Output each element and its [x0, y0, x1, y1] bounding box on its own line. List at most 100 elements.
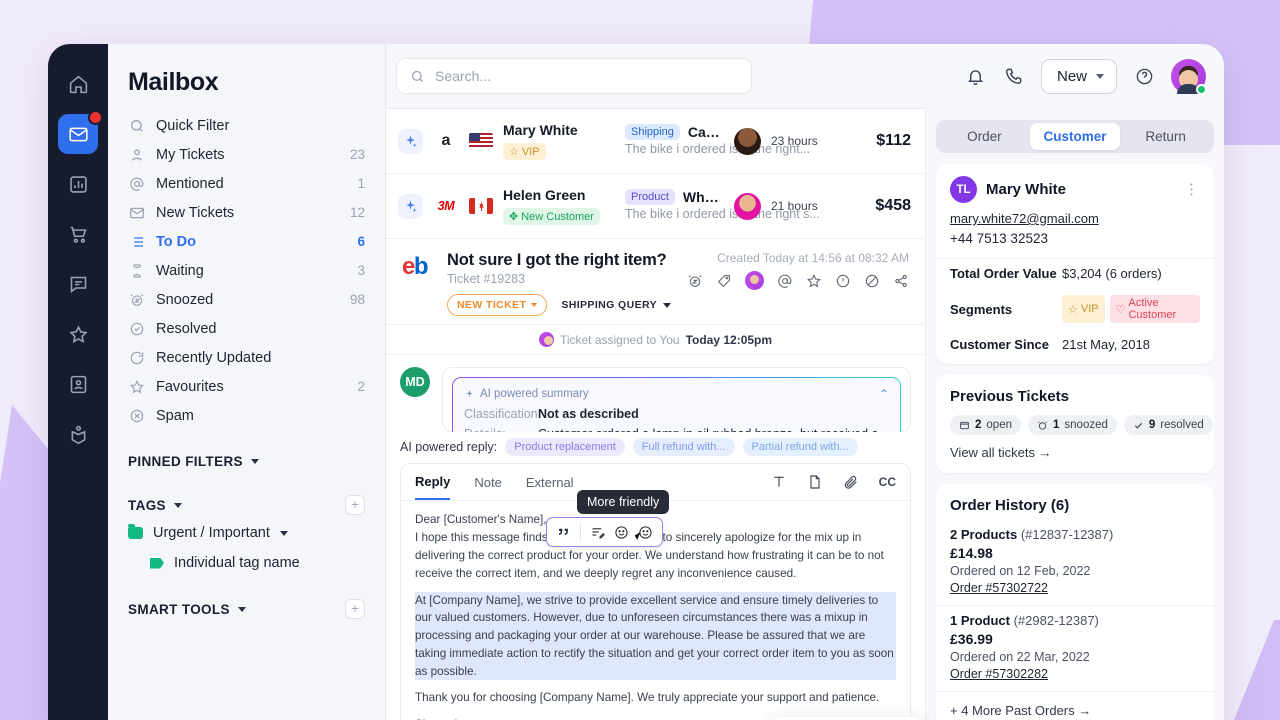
search-box[interactable]	[396, 58, 752, 94]
background-shape-right	[1226, 620, 1280, 720]
tab-return[interactable]: Return	[1120, 123, 1211, 150]
rail-item-analytics[interactable]	[58, 164, 98, 204]
smart-tools-section-header[interactable]: SMART TOOLS +	[108, 596, 385, 622]
sidebar-item-count: 23	[349, 147, 365, 162]
tag-item-individual[interactable]: Individual tag name	[108, 548, 385, 578]
search-input[interactable]	[435, 68, 738, 84]
sidebar-item-resolved[interactable]: Resolved	[108, 314, 385, 343]
table-row[interactable]: 3M Helen Green ✥ New Customer Product Whe…	[386, 174, 925, 239]
ai-reply-chip[interactable]: Partial refund with...	[742, 438, 858, 457]
text-format-icon[interactable]	[771, 474, 787, 490]
customer-email[interactable]: mary.white72@gmail.com	[950, 211, 1200, 226]
tags-section-header[interactable]: TAGS +	[108, 492, 385, 518]
add-smart-tool-button[interactable]: +	[345, 599, 365, 619]
ai-summary-header[interactable]: AI powered summary ⌃	[464, 387, 889, 401]
sidebar-item-my-tickets[interactable]: My Tickets 23	[108, 140, 385, 169]
home-icon	[69, 75, 87, 93]
quote-icon[interactable]	[556, 525, 571, 540]
pill-snoozed[interactable]: 1 snoozed	[1028, 415, 1117, 435]
segments-row: Segments ☆ VIP ♡ Active Customer	[936, 288, 1214, 330]
previous-tickets-card: Previous Tickets 2open 1snoozed 9reso	[936, 375, 1214, 473]
alarm-icon[interactable]	[687, 273, 703, 289]
rail-item-orders[interactable]	[58, 214, 98, 254]
help-button[interactable]	[1133, 65, 1155, 87]
assignee-avatar	[538, 332, 554, 347]
call-button[interactable]	[1003, 65, 1025, 87]
tab-external[interactable]: External	[526, 464, 574, 500]
customer-identity: TL Mary White ⋮ mary.white72@gmail.com +…	[936, 164, 1214, 259]
ticket-category-dropdown[interactable]: SHIPPING QUERY	[561, 299, 671, 311]
customer-since-value: 21st May, 2018	[1062, 337, 1150, 352]
country-flag-ca	[469, 198, 493, 214]
sidebar-item-waiting[interactable]: Waiting 3	[108, 256, 385, 285]
sidebar-item-spam[interactable]: Spam	[108, 401, 385, 430]
reply-editor: Reply Note External CC Dear [Customer's …	[400, 463, 920, 720]
add-tag-button[interactable]: +	[345, 495, 365, 515]
total-order-value-key: Total Order Value	[950, 266, 1057, 281]
new-button[interactable]: New	[1040, 58, 1117, 94]
tab-reply[interactable]: Reply	[415, 464, 451, 501]
pill-resolved[interactable]: 9 resolved	[1123, 415, 1213, 435]
folder-icon	[128, 524, 143, 539]
more-options-icon[interactable]: ⋮	[1184, 182, 1200, 197]
cc-button[interactable]: CC	[879, 475, 896, 489]
chevron-up-icon[interactable]: ⌃	[879, 387, 889, 401]
pill-open[interactable]: 2 open	[950, 415, 1021, 435]
user-avatar[interactable]	[1171, 58, 1207, 95]
sla-hours: 23 hours	[771, 134, 818, 148]
tab-customer[interactable]: Customer	[1029, 123, 1121, 150]
table-row[interactable]: a Mary White ☆VIP Shipping Can you send …	[386, 109, 925, 174]
tag-icon[interactable]	[716, 273, 732, 289]
view-all-tickets-link[interactable]: View all tickets →	[936, 435, 1214, 473]
tag-group-urgent-important[interactable]: Urgent / Important	[108, 518, 385, 548]
star-icon[interactable]	[806, 273, 822, 289]
ai-sparkle-icon[interactable]	[398, 128, 423, 154]
assignee-avatar[interactable]	[745, 271, 764, 290]
message-card: AI powered summary ⌃ Classification: Not…	[442, 367, 911, 433]
rail-item-starred[interactable]	[58, 314, 98, 354]
chevron-down-icon	[662, 302, 671, 308]
rail-item-archive[interactable]	[58, 414, 98, 454]
document-icon[interactable]	[807, 474, 823, 490]
rail-item-contacts[interactable]	[58, 364, 98, 404]
sidebar-item-recently-updated[interactable]: Recently Updated	[108, 343, 385, 372]
reply-paragraph: Thank you for choosing [Company Name]. W…	[415, 691, 880, 705]
ban-icon	[128, 407, 145, 424]
ai-reply-chip[interactable]: Product replacement	[505, 438, 625, 457]
order-number-link[interactable]: Order #57302282	[950, 667, 1200, 681]
inbox-tray-icon	[71, 425, 85, 444]
check-circle-icon	[128, 320, 145, 337]
priority-icon[interactable]	[835, 273, 851, 289]
sidebar-item-new-tickets[interactable]: New Tickets 12	[108, 198, 385, 227]
sidebar-item-quick-filter[interactable]: Quick Filter	[108, 111, 385, 140]
sidebar-item-to-do[interactable]: To Do 6	[108, 227, 385, 256]
attachment-icon[interactable]	[843, 474, 859, 490]
sidebar-item-mentioned[interactable]: Mentioned 1	[108, 169, 385, 198]
notifications-button[interactable]	[965, 65, 987, 87]
block-icon[interactable]	[864, 273, 880, 289]
sidebar-item-favourites[interactable]: Favourites 2	[108, 372, 385, 401]
tag-group-label: Urgent / Important	[153, 525, 270, 541]
chat-icon	[70, 276, 86, 293]
tab-order[interactable]: Order	[939, 123, 1030, 150]
more-past-orders-link[interactable]: + 4 More Past Orders →	[936, 692, 1214, 720]
sidebar-item-snoozed[interactable]: Snoozed 98	[108, 285, 385, 314]
pinned-filters-section-header[interactable]: PINNED FILTERS	[108, 448, 385, 474]
ai-sparkle-icon[interactable]	[398, 193, 423, 219]
share-icon[interactable]	[893, 273, 909, 289]
rail-item-chats[interactable]	[58, 264, 98, 304]
ai-reply-chip[interactable]: Full refund with...	[632, 438, 735, 457]
top-bar: New	[386, 44, 1224, 108]
subject-text: Where is my order?	[682, 189, 724, 205]
rail-item-home[interactable]	[58, 64, 98, 104]
sla-progress: 21 hours	[771, 197, 849, 215]
order-number-link[interactable]: Order #57302722	[950, 581, 1200, 595]
paragraph-style-icon[interactable]	[590, 525, 605, 540]
tab-note[interactable]: Note	[474, 464, 501, 500]
details-panel: Order Customer Return TL Mary White ⋮ ma…	[926, 108, 1224, 720]
alarm-icon	[1038, 421, 1047, 430]
ticket-status-dropdown[interactable]: NEW TICKET	[447, 294, 548, 316]
mention-icon[interactable]	[777, 273, 793, 289]
rail-item-mailbox[interactable]	[58, 110, 103, 154]
tone-happy-icon[interactable]	[614, 525, 629, 540]
